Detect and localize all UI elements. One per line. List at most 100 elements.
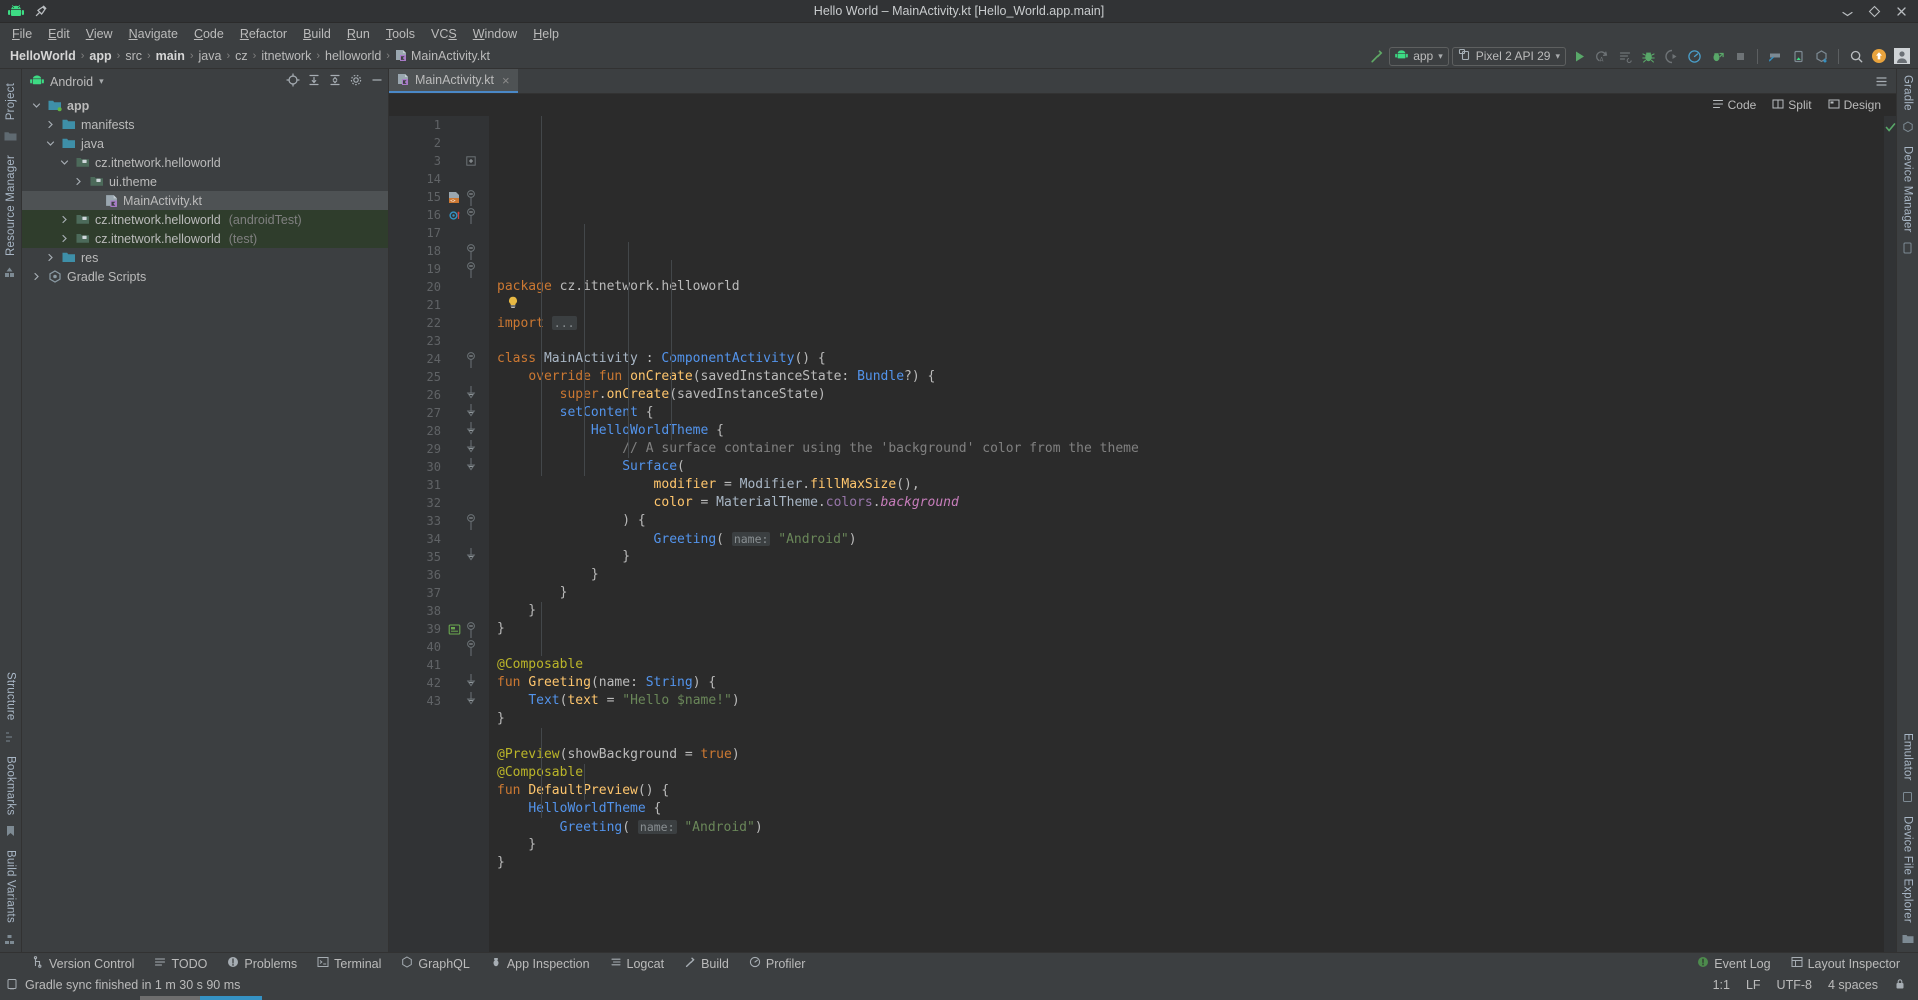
- editor-source-text[interactable]: package cz.itnetwork.helloworldimport ..…: [489, 116, 1884, 952]
- line-separator[interactable]: LF: [1746, 978, 1761, 992]
- indent-setting[interactable]: 4 spaces: [1828, 978, 1878, 992]
- tool-window-terminal[interactable]: Terminal: [307, 956, 391, 971]
- gutter-line[interactable]: 42: [411, 674, 489, 692]
- code-line[interactable]: Surface(: [497, 458, 1884, 476]
- tool-window-emulator[interactable]: Emulator: [1902, 727, 1914, 787]
- target-icon[interactable]: [286, 73, 300, 90]
- fold-handle-icon[interactable]: [463, 350, 479, 368]
- code-line[interactable]: color = MaterialTheme.colors.background: [497, 494, 1884, 512]
- tool-window-device-manager[interactable]: Device Manager: [1902, 140, 1914, 239]
- chevron-right-icon[interactable]: [30, 272, 43, 281]
- override-gutter-icon[interactable]: [445, 209, 463, 222]
- tree-node-res[interactable]: res: [22, 248, 388, 267]
- mode-code-button[interactable]: Code: [1705, 96, 1764, 115]
- apply-changes-icon[interactable]: A: [1592, 46, 1612, 66]
- mode-design-button[interactable]: Design: [1821, 96, 1888, 115]
- code-line[interactable]: @Preview(showBackground = true): [497, 746, 1884, 764]
- close-icon[interactable]: ×: [502, 73, 510, 88]
- tool-window-app-inspection[interactable]: App Inspection: [480, 956, 600, 971]
- gutter-line[interactable]: 43: [411, 692, 489, 710]
- tree-node-ui-theme[interactable]: ui.theme: [22, 172, 388, 191]
- menu-navigate[interactable]: Navigate: [121, 25, 186, 43]
- tool-window-layout-inspector[interactable]: Layout Inspector: [1781, 956, 1910, 971]
- maximize-icon[interactable]: [1868, 5, 1881, 18]
- tool-window-device-file-explorer[interactable]: Device File Explorer: [1902, 810, 1914, 929]
- fold-handle-icon[interactable]: [463, 512, 479, 530]
- menu-code[interactable]: Code: [186, 25, 232, 43]
- gutter-line[interactable]: 30: [411, 458, 489, 476]
- intention-bulb-icon[interactable]: [507, 296, 519, 315]
- gutter-line[interactable]: 16: [411, 206, 489, 224]
- code-line[interactable]: class MainActivity : ComponentActivity()…: [497, 350, 1884, 368]
- code-line[interactable]: }: [497, 836, 1884, 854]
- menu-edit[interactable]: Edit: [40, 25, 78, 43]
- gutter-line[interactable]: 22: [411, 314, 489, 332]
- gutter-line[interactable]: 23: [411, 332, 489, 350]
- tool-window-profiler[interactable]: Profiler: [739, 956, 816, 971]
- preview-gutter-icon[interactable]: [445, 623, 463, 636]
- code-line[interactable]: [497, 332, 1884, 350]
- tree-node-cz-itnetwork-helloworld[interactable]: cz.itnetwork.helloworld: [22, 153, 388, 172]
- editor-tab-mainactivity[interactable]: MainActivity.kt ×: [389, 69, 518, 93]
- gutter-line[interactable]: 38: [411, 602, 489, 620]
- fold-handle-icon[interactable]: [463, 206, 479, 224]
- bug-icon[interactable]: [1638, 46, 1658, 66]
- menu-refactor[interactable]: Refactor: [232, 25, 295, 43]
- chevron-right-icon[interactable]: [72, 177, 85, 186]
- tree-node-manifests[interactable]: manifests: [22, 115, 388, 134]
- code-line[interactable]: setContent {: [497, 404, 1884, 422]
- tree-node-app[interactable]: app: [22, 96, 388, 115]
- expand-all-icon[interactable]: [307, 73, 321, 90]
- menu-view[interactable]: View: [78, 25, 121, 43]
- gear-icon[interactable]: [349, 73, 363, 90]
- editor-gutter[interactable]: 1231415<>1617181920212223242526272829303…: [411, 116, 489, 952]
- caret-position[interactable]: 1:1: [1713, 978, 1730, 992]
- minimize-icon[interactable]: [370, 73, 384, 90]
- lock-icon[interactable]: [1894, 978, 1906, 993]
- code-line[interactable]: }: [497, 854, 1884, 872]
- breadcrumb-item-mainactivity[interactable]: MainActivity.kt: [391, 48, 494, 65]
- gutter-line[interactable]: 27: [411, 404, 489, 422]
- breadcrumb-item-helloworld-pkg[interactable]: helloworld: [321, 48, 385, 64]
- code-line[interactable]: fun DefaultPreview() {: [497, 782, 1884, 800]
- menu-vcs[interactable]: VCS: [423, 25, 465, 43]
- gradle-sync-icon[interactable]: [1811, 46, 1831, 66]
- apply-code-changes-icon[interactable]: [1615, 46, 1635, 66]
- code-line[interactable]: super.onCreate(savedInstanceState): [497, 386, 1884, 404]
- tool-window-problems[interactable]: Problems: [217, 956, 307, 971]
- gutter-line[interactable]: 15<>: [411, 188, 489, 206]
- run-configuration-selector[interactable]: app ▾: [1389, 47, 1449, 66]
- code-line[interactable]: }: [497, 584, 1884, 602]
- gutter-line[interactable]: 41: [411, 656, 489, 674]
- breadcrumb-item-helloworld[interactable]: HelloWorld: [6, 48, 80, 64]
- chevron-right-icon[interactable]: [44, 120, 57, 129]
- gutter-line[interactable]: 32: [411, 494, 489, 512]
- gutter-line[interactable]: 19: [411, 260, 489, 278]
- tool-window-build-variants[interactable]: Build Variants: [5, 844, 17, 929]
- collapse-all-icon[interactable]: [328, 73, 342, 90]
- avd-manager-icon[interactable]: [1788, 46, 1808, 66]
- update-icon[interactable]: [1869, 46, 1889, 66]
- tool-window-logcat[interactable]: Logcat: [600, 956, 675, 971]
- fold-handle-icon[interactable]: [463, 692, 479, 710]
- tool-window-graphql[interactable]: GraphQL: [391, 956, 479, 971]
- fold-handle-icon[interactable]: [463, 422, 479, 440]
- fold-handle-icon[interactable]: [463, 638, 479, 656]
- fold-handle-icon[interactable]: [463, 242, 479, 260]
- code-line[interactable]: @Composable: [497, 764, 1884, 782]
- fold-handle-icon[interactable]: [463, 386, 479, 404]
- menu-run[interactable]: Run: [339, 25, 378, 43]
- code-line[interactable]: @Composable: [497, 656, 1884, 674]
- gutter-line[interactable]: 35: [411, 548, 489, 566]
- code-line[interactable]: Greeting( name: "Android"): [497, 530, 1884, 548]
- status-message[interactable]: Gradle sync finished in 1 m 30 s 90 ms: [25, 978, 240, 992]
- gutter-line[interactable]: 18: [411, 242, 489, 260]
- menu-file[interactable]: File: [4, 25, 40, 43]
- menu-window[interactable]: Window: [465, 25, 525, 43]
- code-line[interactable]: }: [497, 566, 1884, 584]
- code-line[interactable]: import ...: [497, 314, 1884, 332]
- tool-window-build[interactable]: Build: [674, 956, 739, 971]
- gutter-line[interactable]: 2: [411, 134, 489, 152]
- editor-marker-bar[interactable]: [1884, 116, 1896, 952]
- menu-help[interactable]: Help: [525, 25, 567, 43]
